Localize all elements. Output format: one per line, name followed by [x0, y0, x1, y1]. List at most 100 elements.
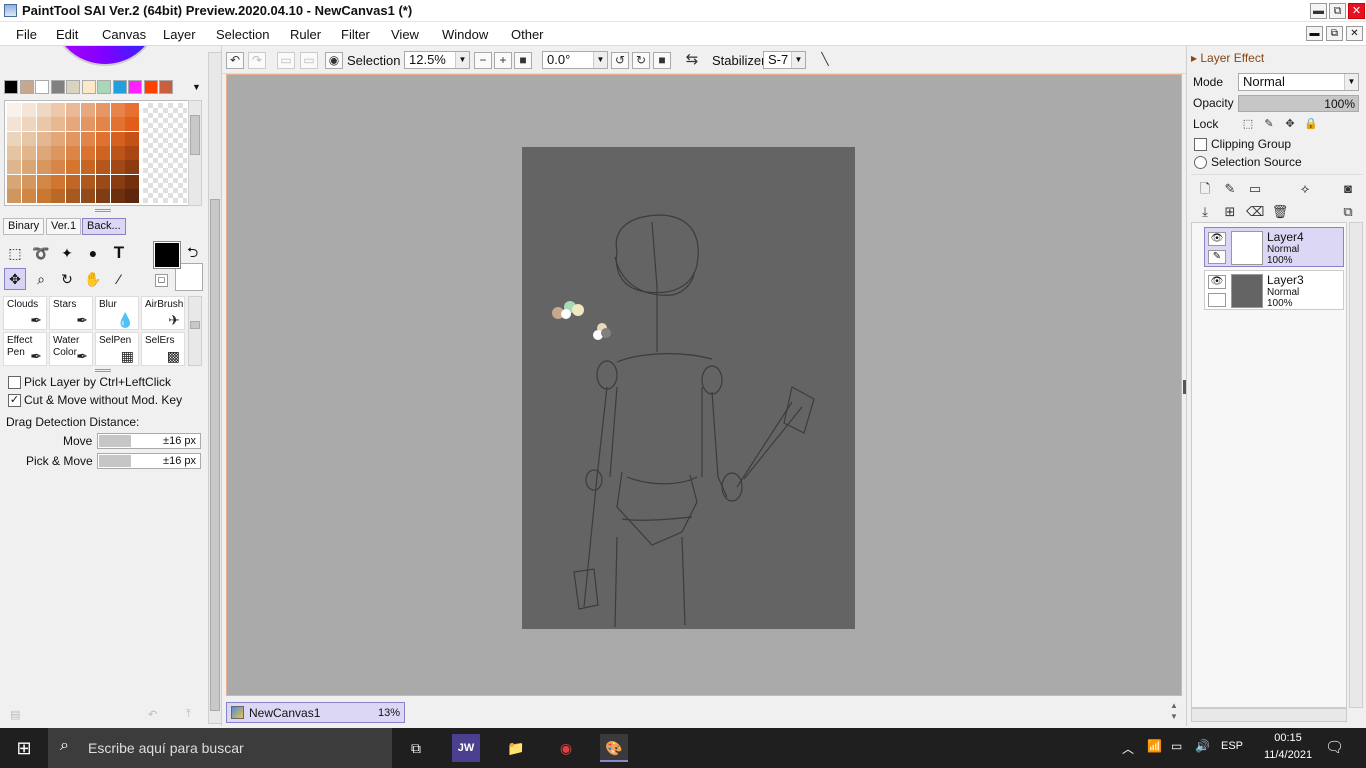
mixer-cell[interactable]	[21, 117, 36, 132]
canvas-vertical-scrollbar[interactable]	[208, 52, 222, 724]
chevron-up-icon[interactable]: ︿	[1122, 740, 1134, 757]
line-icon[interactable]: ╲	[815, 52, 835, 69]
deselect-button[interactable]: ▭	[277, 52, 295, 69]
swap-colors-icon[interactable]: ⮌	[187, 242, 198, 266]
mixer-cell[interactable]	[7, 117, 21, 132]
doc-restore-button[interactable]: ⧉	[1326, 26, 1343, 41]
layer-scrollbar[interactable]	[1349, 222, 1363, 708]
mixer-cell[interactable]	[36, 117, 51, 132]
mixer-cell[interactable]	[51, 145, 66, 160]
brush-selers[interactable]: SelErs ▩	[141, 332, 185, 366]
mixer-cell[interactable]	[51, 117, 66, 132]
duplicate-layer-icon[interactable]: ⊞	[1221, 203, 1239, 221]
zoom-reset-button[interactable]: ■	[514, 52, 532, 69]
doc-minimize-button[interactable]: ▬	[1306, 26, 1323, 41]
mixer-cell[interactable]	[21, 188, 36, 203]
mixer-cell[interactable]	[36, 174, 51, 189]
mixer-cell[interactable]	[81, 145, 95, 160]
mixer-cell[interactable]	[7, 131, 21, 146]
mixer-cell[interactable]	[125, 117, 140, 132]
lasso-icon[interactable]: ➰	[30, 242, 52, 264]
layer-hscrollbar[interactable]	[1191, 708, 1347, 722]
cut-move-checkbox[interactable]: ✓	[8, 394, 21, 407]
painttool-sai-icon[interactable]: 🎨	[600, 734, 628, 762]
canvas-area[interactable]	[226, 74, 1182, 696]
zoom-icon[interactable]: ⌕	[30, 268, 52, 290]
rotation-select[interactable]: 0.0° ▼	[542, 51, 608, 69]
palette-swatch[interactable]	[112, 80, 127, 94]
mask-icon[interactable]: ◙	[1339, 180, 1357, 198]
minimize-button[interactable]: ▬	[1310, 3, 1327, 19]
menu-other[interactable]: Other	[511, 27, 544, 42]
mixer-cell[interactable]	[125, 145, 140, 160]
menu-filter[interactable]: Filter	[341, 27, 370, 42]
menu-window[interactable]: Window	[442, 27, 488, 42]
panel-splitter-2[interactable]	[95, 369, 111, 372]
mixer-cell[interactable]	[125, 103, 140, 117]
lock-transparency-icon[interactable]: ⬚	[1239, 115, 1257, 133]
mixer-cell[interactable]	[7, 188, 21, 203]
windows-start-icon[interactable]: ⊞	[10, 734, 38, 762]
mixer-cell[interactable]	[110, 160, 125, 175]
mixer-cell[interactable]	[51, 174, 66, 189]
jw-app-icon[interactable]: JW	[452, 734, 480, 762]
mixer-cell[interactable]	[110, 188, 125, 203]
tab-scroll-arrows[interactable]: ▲ ▼	[1168, 700, 1180, 722]
mixer-cell[interactable]	[125, 188, 140, 203]
mixer-cell[interactable]	[81, 131, 95, 146]
palette-swatch[interactable]	[159, 80, 173, 94]
battery-icon[interactable]: ▭	[1171, 739, 1182, 753]
color-wheel[interactable]	[50, 46, 160, 68]
mixer-cell[interactable]	[95, 145, 110, 160]
mixer-cell[interactable]	[81, 174, 95, 189]
canvas-paper[interactable]	[522, 147, 855, 629]
new-layer-icon[interactable]: 🗋	[1196, 180, 1214, 198]
mixer-cell[interactable]	[36, 160, 51, 175]
brush-scrollbar[interactable]	[188, 296, 202, 366]
mixer-cell[interactable]	[51, 160, 66, 175]
mixer-cell[interactable]	[36, 145, 51, 160]
transform-layer-icon[interactable]: ⧉	[1339, 203, 1357, 221]
mixer-cell[interactable]	[51, 103, 66, 117]
brush-watercolor[interactable]: Water Color ✒	[49, 332, 93, 366]
mixer-cell[interactable]	[95, 131, 110, 146]
magic-wand-icon[interactable]: ✦	[56, 242, 78, 264]
mixer-cell[interactable]	[95, 117, 110, 132]
clipping-group-checkbox[interactable]	[1194, 138, 1207, 151]
mixer-cell[interactable]	[110, 145, 125, 160]
mixer-cell[interactable]	[66, 160, 81, 175]
new-folder-icon[interactable]: ▭	[1246, 180, 1264, 198]
eyedropper-icon[interactable]: ⁄	[108, 268, 130, 290]
color-mixer-grid[interactable]	[4, 100, 189, 206]
palette-menu-icon[interactable]: ▼	[192, 82, 201, 92]
pick-layer-checkbox[interactable]	[8, 376, 21, 389]
mixer-cell[interactable]	[81, 103, 95, 117]
menu-file[interactable]: File	[16, 27, 37, 42]
brush-effect-pen[interactable]: Effect Pen ✒	[3, 332, 47, 366]
visibility-eye-icon[interactable]: 👁	[1208, 232, 1226, 246]
mixer-cell[interactable]	[110, 117, 125, 132]
mixer-cell[interactable]	[125, 174, 140, 189]
task-view-icon[interactable]: ⧉	[402, 734, 430, 762]
mixer-cell[interactable]	[110, 174, 125, 189]
clock-date[interactable]: 11/4/2021	[1258, 749, 1318, 761]
selection-source-checkbox[interactable]	[1194, 156, 1207, 169]
mixer-cell[interactable]	[66, 117, 81, 132]
doc-close-button[interactable]: ✕	[1346, 26, 1363, 41]
opacity-slider[interactable]: 100%	[1238, 95, 1359, 112]
mixer-cell[interactable]	[21, 131, 36, 146]
tab-ver1[interactable]: Ver.1	[46, 218, 82, 235]
mixer-cell[interactable]	[95, 103, 110, 117]
mixer-cell[interactable]	[36, 131, 51, 146]
clock-time[interactable]: 00:15	[1258, 732, 1318, 744]
zoom-in-button[interactable]: +	[494, 52, 512, 69]
layer-lock-slot[interactable]	[1208, 293, 1226, 307]
close-button[interactable]: ✕	[1348, 3, 1365, 19]
mixer-cell[interactable]	[7, 103, 21, 117]
shapes-icon[interactable]: ●	[82, 242, 104, 264]
undo-button[interactable]: ↶	[226, 52, 244, 69]
mixer-cell[interactable]	[66, 131, 81, 146]
mixer-cell[interactable]	[66, 103, 81, 117]
palette-swatch[interactable]	[97, 80, 111, 94]
mixer-cell[interactable]	[125, 131, 140, 146]
